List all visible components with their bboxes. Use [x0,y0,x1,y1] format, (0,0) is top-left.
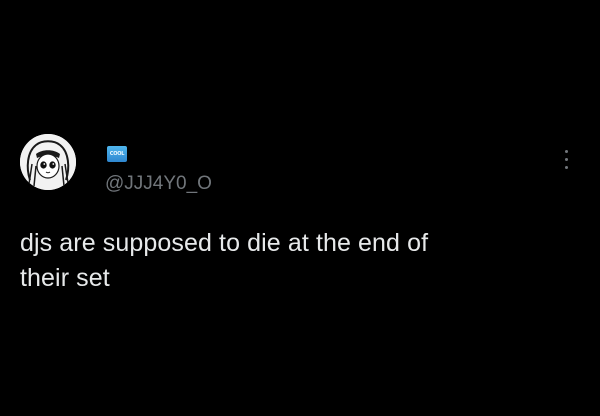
tweet-text-line: djs are supposed to die at the end of [20,229,429,257]
tweet-text-line: their set [20,264,110,292]
tweet-text: djs are supposed to die at the end of th… [20,226,580,296]
avatar-drawing-icon [20,134,76,190]
tweet: COOL @JJJ4Y0_O djs are supposed to die a… [0,0,600,416]
more-options-button[interactable] [560,150,572,176]
ellipsis-dot [564,158,568,161]
user-handle[interactable]: @JJJ4Y0_O [105,172,212,196]
avatar[interactable] [20,134,76,190]
vertical-ellipsis-icon [564,150,568,153]
badge-text: COOL [109,151,125,157]
cool-badge-icon: COOL [107,146,127,162]
ellipsis-dot [564,166,568,169]
